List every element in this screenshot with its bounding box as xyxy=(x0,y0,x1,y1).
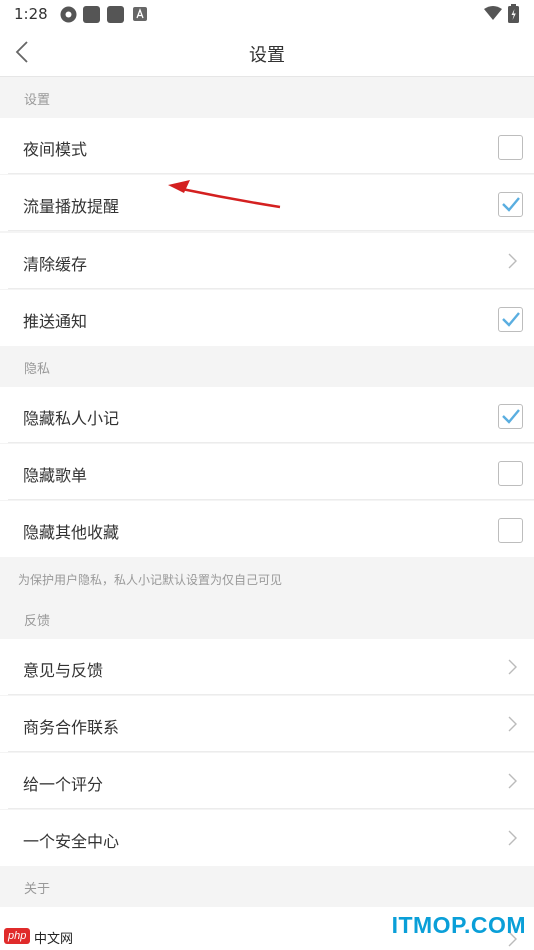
php-logo: php xyxy=(4,928,31,944)
night-mode-checkbox[interactable] xyxy=(498,135,523,160)
section-header-settings: 设置 xyxy=(0,77,534,117)
setting-row-night-mode[interactable]: 夜间模式 xyxy=(0,118,534,174)
setting-label: 隐藏歌单 xyxy=(23,466,88,485)
app-notification-icon xyxy=(133,7,147,21)
hide-playlist-checkbox[interactable] xyxy=(498,461,523,486)
status-time: 1:28 xyxy=(14,5,48,23)
setting-row-clear-cache[interactable]: 清除缓存 xyxy=(0,233,534,289)
app-notification-icon xyxy=(60,6,77,23)
push-notify-checkbox[interactable] xyxy=(498,307,523,332)
watermark-text: 中文网 xyxy=(34,932,74,947)
nav-bar: 设置 xyxy=(0,28,534,77)
checkmark-icon xyxy=(502,312,520,327)
setting-label: 隐藏其他收藏 xyxy=(23,523,120,542)
setting-label: 隐藏私人小记 xyxy=(23,409,120,428)
setting-row-hide-notes[interactable]: 隐藏私人小记 xyxy=(0,387,534,443)
feedback-row-rate[interactable]: 给一个评分 xyxy=(0,753,534,809)
status-bar: 1:28 xyxy=(0,0,534,28)
feedback-label: 给一个评分 xyxy=(23,775,104,794)
battery-icon xyxy=(508,4,519,23)
checkmark-icon xyxy=(502,197,520,212)
setting-label: 推送通知 xyxy=(23,312,88,331)
divider xyxy=(8,442,534,443)
divider xyxy=(8,288,534,289)
wifi-icon xyxy=(484,6,502,20)
feedback-label: 商务合作联系 xyxy=(23,718,120,737)
divider xyxy=(8,694,534,695)
chevron-right-icon xyxy=(508,716,517,732)
feedback-label: 意见与反馈 xyxy=(23,661,104,680)
setting-row-hide-playlist[interactable]: 隐藏歌单 xyxy=(0,444,534,500)
privacy-note: 为保护用户隐私，私人小记默认设置为仅自己可见 xyxy=(0,557,534,599)
section-header-feedback: 反馈 xyxy=(0,598,534,638)
setting-row-hide-other[interactable]: 隐藏其他收藏 xyxy=(0,501,534,557)
setting-label: 夜间模式 xyxy=(23,140,88,159)
section-header-privacy: 隐私 xyxy=(0,346,534,386)
hide-other-checkbox[interactable] xyxy=(498,518,523,543)
checkmark-icon xyxy=(502,409,520,424)
feedback-row-security[interactable]: 一个安全中心 xyxy=(0,810,534,866)
feedback-row-suggestion[interactable]: 意见与反馈 xyxy=(0,639,534,695)
feedback-row-business[interactable]: 商务合作联系 xyxy=(0,696,534,752)
app-notification-icon xyxy=(83,6,100,23)
data-reminder-checkbox[interactable] xyxy=(498,192,523,217)
app-notification-icon xyxy=(107,6,124,23)
watermark-brand: ITMOP.COM xyxy=(391,912,526,938)
divider xyxy=(8,499,534,500)
divider xyxy=(8,808,534,809)
divider xyxy=(8,173,534,174)
chevron-right-icon xyxy=(508,773,517,789)
chevron-right-icon xyxy=(508,830,517,846)
setting-row-push-notify[interactable]: 推送通知 xyxy=(0,290,534,346)
setting-label: 流量播放提醒 xyxy=(23,197,120,216)
divider xyxy=(8,751,534,752)
page-title: 设置 xyxy=(249,45,285,66)
chevron-right-icon xyxy=(508,253,517,269)
annotation-arrow-icon xyxy=(168,180,281,209)
divider xyxy=(8,230,534,231)
section-header-about: 关于 xyxy=(0,866,534,906)
chevron-right-icon xyxy=(508,659,517,675)
setting-label: 清除缓存 xyxy=(23,255,88,274)
hide-notes-checkbox[interactable] xyxy=(498,404,523,429)
feedback-label: 一个安全中心 xyxy=(23,832,120,851)
